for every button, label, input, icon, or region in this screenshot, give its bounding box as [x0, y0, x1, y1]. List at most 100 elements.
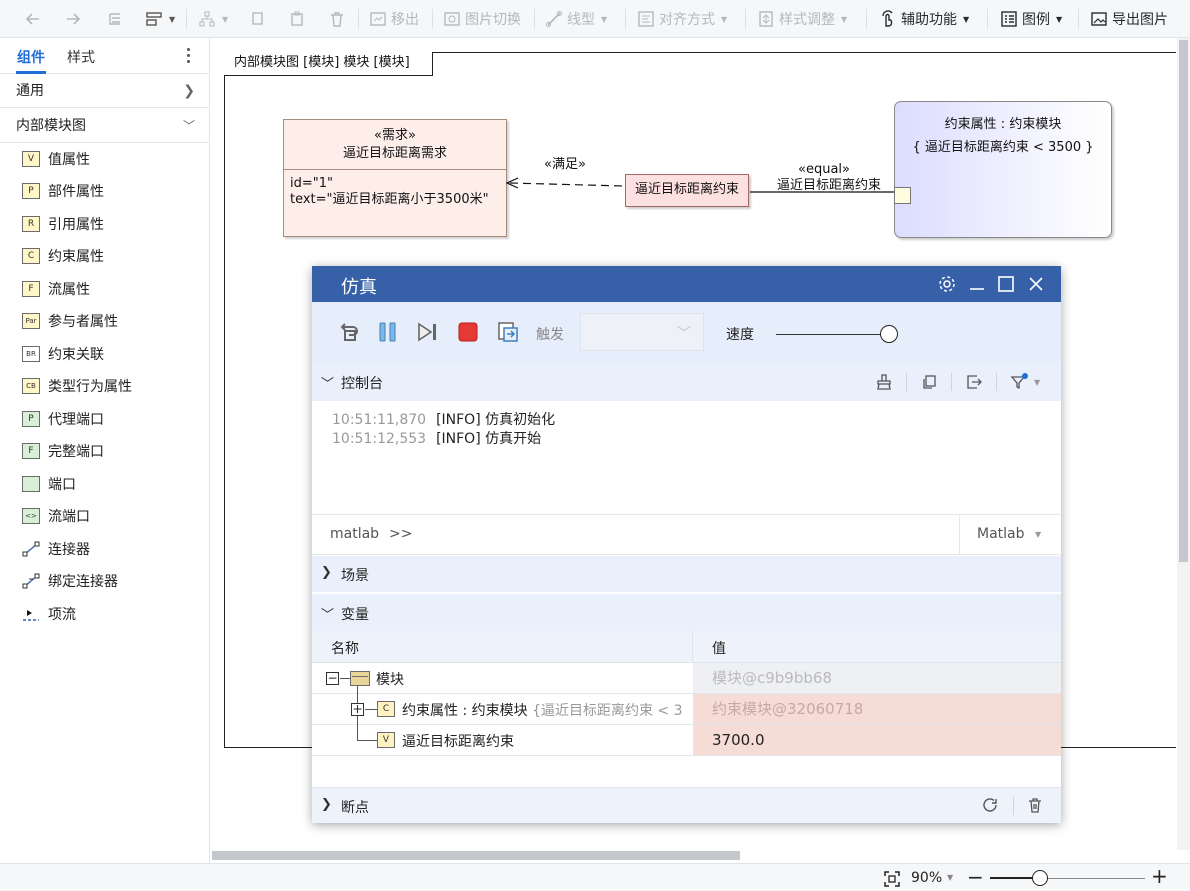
palette-item-label: 值属性 [48, 152, 90, 168]
palette-item-classifier-behavior-property[interactable]: CB 类型行为属性 [22, 375, 132, 397]
chevron-down-icon[interactable]: ▼ [1034, 378, 1040, 387]
list-button[interactable] [106, 0, 124, 38]
value-property-icon: V [22, 151, 40, 167]
filter-icon[interactable] [1010, 373, 1030, 391]
scene-section-header[interactable]: ❯ 场景 [312, 556, 1061, 593]
zoom-slider-handle[interactable] [1031, 870, 1048, 886]
simulation-controls: 触发 ﹀ 速度 [312, 302, 1061, 364]
palette-item-port[interactable]: 端口 [22, 473, 76, 495]
step-back-icon[interactable] [336, 319, 362, 345]
redo-arrow-icon [67, 13, 81, 25]
align-dropdown[interactable]: 对齐方式 ▼ [637, 0, 727, 38]
column-header-name[interactable]: 名称 [331, 638, 359, 658]
constraint-block-element[interactable]: 逼近目标距离约束 [625, 174, 749, 207]
variable-name-cell: V 逼近目标距离约束 [312, 725, 692, 755]
console-section-header[interactable]: ﹀ 控制台 ▼ [312, 364, 1061, 401]
assist-dropdown[interactable]: 辅助功能 ▼ [879, 0, 969, 38]
variable-row[interactable]: − 模块 模块@c9b9bb68 [312, 663, 1061, 694]
variable-value[interactable]: 3700.0 [693, 725, 1061, 755]
horizontal-scrollbar-thumb[interactable] [212, 851, 740, 860]
maximize-icon[interactable] [996, 274, 1016, 294]
breakpoints-section-header[interactable]: ❯ 断点 [312, 787, 1061, 823]
layout-dropdown[interactable]: ▼ [145, 0, 175, 38]
console-output[interactable]: 10:51:11,870 [INFO] 仿真初始化 10:51:12,553 [IN… [312, 401, 1061, 514]
zoom-out-button[interactable]: − [967, 865, 984, 889]
step-forward-icon[interactable] [415, 319, 441, 345]
trigger-select[interactable]: ﹀ [580, 313, 704, 351]
port-icon [22, 476, 40, 492]
palette-item-proxy-port[interactable]: P 代理端口 [22, 408, 104, 430]
dialog-title-bar[interactable]: 仿真 [312, 266, 1061, 302]
category-ibd[interactable]: 内部模块图 ﹀ [0, 109, 209, 143]
palette-item-participant-property[interactable]: Par 参与者属性 [22, 310, 118, 332]
tab-components[interactable]: 组件 [17, 47, 45, 67]
copy-button[interactable] [248, 0, 266, 38]
column-header-value[interactable]: 值 [712, 638, 726, 658]
hierarchy-dropdown[interactable]: ▼ [198, 0, 228, 38]
variable-row[interactable]: + C 约束属性 : 约束模块 {逼近目标距离约束 < 3 约束模块@32060… [312, 694, 1061, 725]
refresh-icon[interactable] [981, 796, 999, 814]
image-switch-button[interactable]: 图片切换 [443, 0, 521, 38]
speed-label: 速度 [726, 327, 754, 343]
chevron-down-icon[interactable]: ▼ [947, 873, 953, 882]
expand-toggle-icon[interactable]: + [351, 703, 364, 716]
pause-icon[interactable] [375, 319, 401, 345]
legend-dropdown[interactable]: 图例 ▼ [1000, 0, 1062, 38]
move-out-button[interactable]: 移出 [369, 0, 419, 38]
clear-console-brush-icon[interactable] [875, 373, 893, 391]
palette-item-flow-property[interactable]: F 流属性 [22, 278, 90, 300]
constraint-property-element[interactable]: 约束属性 : 约束模块 { 逼近目标距离约束 < 3500 } [894, 101, 1112, 238]
redo-button[interactable] [64, 0, 82, 38]
stop-icon[interactable] [455, 319, 481, 345]
chevron-down-icon: ▼ [169, 14, 176, 24]
palette-item-reference-property[interactable]: R 引用属性 [22, 213, 104, 235]
palette-item-full-port[interactable]: F 完整端口 [22, 440, 104, 462]
minimize-icon[interactable] [967, 274, 987, 294]
palette-item-flow-port[interactable]: <> 流端口 [22, 505, 90, 527]
requirement-element[interactable]: «需求» 逼近目标距离需求 id="1" text="逼近目标距离小于3500米… [283, 119, 507, 237]
palette-item-constraint-association[interactable]: BR 约束关联 [22, 343, 104, 365]
delete-button[interactable] [328, 0, 346, 38]
constraint-parameter-port[interactable] [894, 187, 911, 204]
tab-styles[interactable]: 样式 [67, 47, 95, 67]
collapse-toggle-icon[interactable]: − [326, 672, 339, 685]
palette-item-constraint-property[interactable]: C 约束属性 [22, 245, 104, 267]
style-adjust-dropdown[interactable]: 样式调整 ▼ [757, 0, 847, 38]
flow-property-icon: F [22, 281, 40, 297]
export-image-button[interactable]: 导出图片 [1090, 0, 1168, 38]
variables-section-header[interactable]: ﹀ 变量 [312, 594, 1061, 631]
line-type-dropdown[interactable]: 线型 ▼ [545, 0, 607, 38]
vertical-scrollbar-thumb[interactable] [1179, 40, 1188, 562]
more-options-icon[interactable] [182, 46, 194, 66]
palette-item-part-property[interactable]: P 部件属性 [22, 180, 104, 202]
zoom-level[interactable]: 90% [911, 870, 942, 886]
palette-item-item-flow[interactable]: 项流 [22, 603, 76, 625]
copy-icon[interactable] [920, 373, 938, 391]
trash-icon[interactable] [1026, 796, 1044, 814]
command-input-row[interactable]: matlab >> Matlab ▼ [312, 514, 1061, 555]
variable-row[interactable]: V 逼近目标距离约束 3700.0 [312, 725, 1061, 756]
palette-item-binding-connector[interactable]: 绑定连接器 [22, 570, 118, 592]
category-general[interactable]: 通用 ❯ [0, 74, 209, 108]
layout-icon [146, 12, 162, 26]
settings-gear-icon[interactable] [937, 274, 957, 294]
undo-button[interactable] [24, 0, 42, 38]
palette-item-connector[interactable]: 连接器 [22, 538, 90, 560]
column-divider[interactable] [692, 631, 693, 663]
breakpoints-title: 断点 [341, 800, 369, 816]
paste-button[interactable] [288, 0, 306, 38]
speed-slider-handle[interactable] [880, 325, 898, 343]
speed-slider-track[interactable] [776, 334, 889, 335]
export-results-icon[interactable] [495, 319, 521, 345]
close-icon[interactable] [1026, 274, 1046, 294]
chevron-down-icon: ﹀ [321, 608, 335, 623]
value-property-icon: V [377, 732, 395, 748]
zoom-in-button[interactable]: + [1151, 864, 1168, 888]
tree-line [357, 725, 358, 740]
export-log-icon[interactable] [965, 373, 983, 391]
fit-to-screen-icon[interactable] [883, 870, 901, 888]
palette-item-value-property[interactable]: V 值属性 [22, 148, 90, 170]
item-flow-icon [23, 610, 39, 621]
chevron-down-icon[interactable]: ▼ [1035, 530, 1041, 539]
language-select[interactable]: Matlab [977, 526, 1025, 542]
